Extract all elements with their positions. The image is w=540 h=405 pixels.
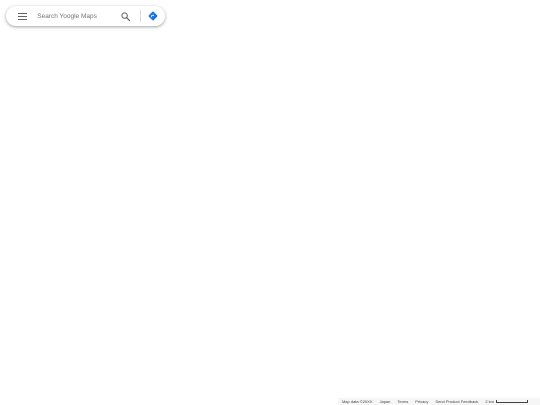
hamburger-menu-icon <box>18 12 28 20</box>
map-canvas[interactable] <box>0 0 540 405</box>
privacy-link[interactable]: Privacy <box>415 398 428 405</box>
menu-button[interactable] <box>12 6 33 26</box>
send-feedback-link[interactable]: Send Product Feedback <box>435 398 478 405</box>
map-data-attribution: Map data ©20XX <box>341 399 373 404</box>
map-footer: Map data ©20XX Japan Terms Privacy Send … <box>337 398 540 405</box>
directions-button[interactable] <box>145 6 162 26</box>
search-box <box>6 6 165 26</box>
directions-icon <box>148 11 158 21</box>
search-input[interactable] <box>33 6 118 26</box>
magnifier-icon <box>121 11 131 21</box>
search-button[interactable] <box>117 6 134 26</box>
scale-control[interactable]: 2 km <box>485 398 536 405</box>
terms-link[interactable]: Terms <box>397 398 408 405</box>
scale-bar <box>496 400 528 403</box>
search-divider <box>139 10 141 22</box>
region-link[interactable]: Japan <box>379 398 390 405</box>
scale-label: 2 km <box>485 399 494 404</box>
